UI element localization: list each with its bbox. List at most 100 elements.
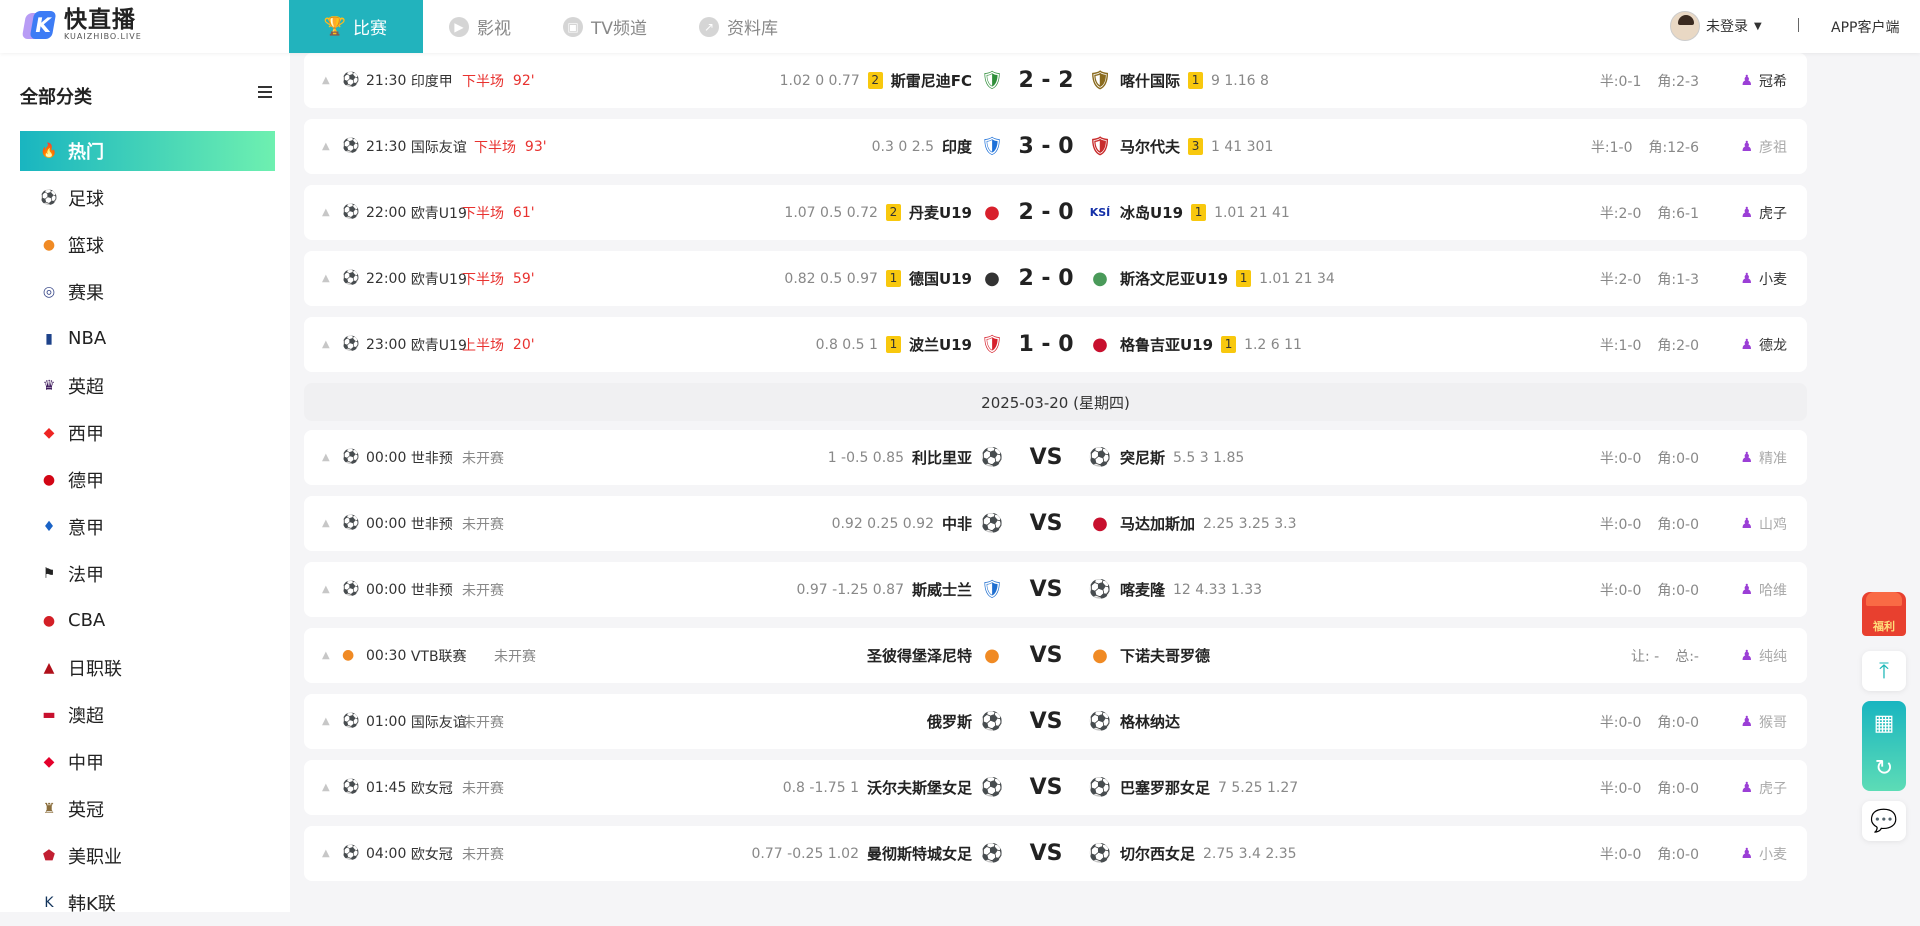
match-row[interactable]: ▲ ⚽ 22:00 欧青U19 下半场 61' 1.07 0.5 0.72 2 丹麦U… xyxy=(304,185,1807,240)
pin-icon[interactable]: ▲ xyxy=(322,430,330,485)
anchor-link[interactable]: ♟ 精准 xyxy=(1740,430,1787,485)
pin-icon[interactable]: ▲ xyxy=(322,760,330,815)
home-team-name[interactable]: 圣彼得堡泽尼特 xyxy=(867,645,972,666)
away-team-name[interactable]: 格林纳达 xyxy=(1120,711,1180,732)
pin-icon[interactable]: ▲ xyxy=(322,694,330,749)
match-row[interactable]: ▲ ● 00:30 VTB联赛 未开赛 圣彼得堡泽尼特 ● VS ● 下诺夫哥罗德 让… xyxy=(304,628,1807,683)
home-team-name[interactable]: 斯雷尼迪FC xyxy=(891,70,972,91)
refresh-icon[interactable]: ↻ xyxy=(1862,746,1906,791)
pin-icon[interactable]: ▲ xyxy=(322,496,330,551)
home-team-name[interactable]: 斯威士兰 xyxy=(912,579,972,600)
sidebar-item-ligue1[interactable]: ⚑ 法甲 xyxy=(20,550,275,597)
menu-icon[interactable] xyxy=(258,86,272,98)
anchor-link[interactable]: ♟ 虎子 xyxy=(1740,185,1787,240)
nav-label: TV频道 xyxy=(591,19,648,39)
tab-chart[interactable]: ↗ 资料库 xyxy=(673,0,804,53)
tab-tv[interactable]: ▣ TV频道 xyxy=(537,0,673,53)
match-row[interactable]: ▲ ⚽ 04:00 欧女冠 未开赛 0.77 -0.25 1.02 曼彻斯特城女足 ⚽… xyxy=(304,826,1807,881)
sidebar-item-a-league[interactable]: ▬ 澳超 xyxy=(20,691,275,738)
back-to-top-button[interactable]: ⤒ xyxy=(1862,651,1906,691)
half-corner-stats: 让: - 总:- xyxy=(1631,628,1699,683)
home-team-name[interactable]: 曼彻斯特城女足 xyxy=(867,843,972,864)
home-team-name[interactable]: 俄罗斯 xyxy=(927,711,972,732)
away-team-name[interactable]: 格鲁吉亚U19 xyxy=(1120,334,1213,355)
anchor-link[interactable]: ♟ 小麦 xyxy=(1740,826,1787,881)
streamer-icon: ♟ xyxy=(1740,779,1753,796)
pin-icon[interactable]: ▲ xyxy=(322,562,330,617)
sidebar-item-flame[interactable]: 🔥 热门 xyxy=(20,131,275,171)
sidebar-item-results[interactable]: ◎ 赛果 xyxy=(20,268,275,315)
app-download-link[interactable]: APP客户端 xyxy=(1831,17,1899,37)
login-status[interactable]: 未登录 xyxy=(1706,16,1748,36)
home-team-name[interactable]: 丹麦U19 xyxy=(909,202,972,223)
anchor-link[interactable]: ♟ 小麦 xyxy=(1740,251,1787,306)
sidebar-item-china-league[interactable]: ◆ 中甲 xyxy=(20,738,275,785)
chat-button[interactable]: 💬 xyxy=(1862,801,1906,841)
user-menu[interactable]: 未登录 ▼ xyxy=(1670,11,1762,41)
tab-trophy[interactable]: 🏆 比赛 xyxy=(289,0,423,53)
sidebar-item-j-league[interactable]: ▲ 日职联 xyxy=(20,644,275,691)
home-team-name[interactable]: 印度 xyxy=(942,136,972,157)
sidebar-item-soccer-ball[interactable]: ⚽ 足球 xyxy=(20,174,275,221)
anchor-link[interactable]: ♟ 冠希 xyxy=(1740,53,1787,108)
away-team-name[interactable]: 冰岛U19 xyxy=(1120,202,1183,223)
pin-icon[interactable]: ▲ xyxy=(322,826,330,881)
anchor-link[interactable]: ♟ 虎子 xyxy=(1740,760,1787,815)
away-team-name[interactable]: 斯洛文尼亚U19 xyxy=(1120,268,1228,289)
away-team-name[interactable]: 喀什国际 xyxy=(1120,70,1180,91)
anchor-link[interactable]: ♟ 彦祖 xyxy=(1740,119,1787,174)
sidebar-item-premier-league[interactable]: ♛ 英超 xyxy=(20,362,275,409)
match-row[interactable]: ▲ ⚽ 01:45 欧女冠 未开赛 0.8 -1.75 1 沃尔夫斯堡女足 ⚽ VS … xyxy=(304,760,1807,815)
qr-code-icon[interactable]: ▦ xyxy=(1862,701,1906,746)
cba-icon: ● xyxy=(42,612,56,629)
gift-button[interactable]: 福利 xyxy=(1862,592,1906,636)
anchor-link[interactable]: ♟ 哈维 xyxy=(1740,562,1787,617)
match-row[interactable]: ▲ ⚽ 00:00 世非预 未开赛 1 -0.5 0.85 利比里亚 ⚽ VS ⚽ 突… xyxy=(304,430,1807,485)
sidebar-item-laliga[interactable]: ◆ 西甲 xyxy=(20,409,275,456)
chevron-down-icon[interactable]: ▼ xyxy=(1754,21,1762,32)
sidebar-item-cba[interactable]: ● CBA xyxy=(20,597,275,644)
home-team-name[interactable]: 德国U19 xyxy=(909,268,972,289)
sidebar-item-championship[interactable]: ♜ 英冠 xyxy=(20,785,275,832)
tab-play[interactable]: ▶ 影视 xyxy=(423,0,537,53)
away-team-name[interactable]: 切尔西女足 xyxy=(1120,843,1195,864)
away-team-name[interactable]: 马达加斯加 xyxy=(1120,513,1195,534)
anchor-link[interactable]: ♟ 猴哥 xyxy=(1740,694,1787,749)
sidebar-item-basketball[interactable]: ● 篮球 xyxy=(20,221,275,268)
pin-icon[interactable]: ▲ xyxy=(322,628,330,683)
home-team-name[interactable]: 利比里亚 xyxy=(912,447,972,468)
match-row[interactable]: ▲ ⚽ 01:00 国际友谊 未开赛 俄罗斯 ⚽ VS ⚽ 格林纳达 半:0-0 角:0… xyxy=(304,694,1807,749)
away-team-name[interactable]: 喀麦隆 xyxy=(1120,579,1165,600)
match-row[interactable]: ▲ ⚽ 21:30 印度甲 下半场 92' 1.02 0 0.77 2 斯雷尼迪FC … xyxy=(304,53,1807,108)
away-team-name[interactable]: 马尔代夫 xyxy=(1120,136,1180,157)
pin-icon[interactable]: ▲ xyxy=(322,317,330,372)
anchor-link[interactable]: ♟ 德龙 xyxy=(1740,317,1787,372)
trophy-icon: 🏆 xyxy=(323,16,347,37)
pin-icon[interactable]: ▲ xyxy=(322,185,330,240)
away-team-name[interactable]: 巴塞罗那女足 xyxy=(1120,777,1210,798)
match-time: 21:30 印度甲 xyxy=(366,72,453,90)
match-row[interactable]: ▲ ⚽ 00:00 世非预 未开赛 0.92 0.25 0.92 中非 ⚽ VS ● … xyxy=(304,496,1807,551)
sidebar-item-bundesliga[interactable]: ● 德甲 xyxy=(20,456,275,503)
sidebar-item-k-league[interactable]: K 韩K联 xyxy=(20,879,275,926)
avatar[interactable] xyxy=(1670,11,1700,41)
match-row[interactable]: ▲ ⚽ 21:30 国际友谊 下半场 93' 0.3 0 2.5 印度 🛡 3 - 0… xyxy=(304,119,1807,174)
sidebar-item-nba-logo[interactable]: ▮ NBA xyxy=(20,315,275,362)
home-team-name[interactable]: 沃尔夫斯堡女足 xyxy=(867,777,972,798)
pin-icon[interactable]: ▲ xyxy=(322,53,330,108)
match-row[interactable]: ▲ ⚽ 23:00 欧青U19 上半场 20' 0.8 0.5 1 1 波兰U19 🛡… xyxy=(304,317,1807,372)
site-logo[interactable]: K 快直播 KUAIZHIBO.LIVE xyxy=(21,8,142,42)
anchor-link[interactable]: ♟ 山鸡 xyxy=(1740,496,1787,551)
home-team-name[interactable]: 中非 xyxy=(942,513,972,534)
league-name: 欧青U19 xyxy=(410,205,467,222)
sidebar-item-mls[interactable]: ⬟ 美职业 xyxy=(20,832,275,879)
away-team-name[interactable]: 下诺夫哥罗德 xyxy=(1120,645,1210,666)
home-team-name[interactable]: 波兰U19 xyxy=(909,334,972,355)
pin-icon[interactable]: ▲ xyxy=(322,119,330,174)
pin-icon[interactable]: ▲ xyxy=(322,251,330,306)
anchor-link[interactable]: ♟ 纯纯 xyxy=(1740,628,1787,683)
away-team-name[interactable]: 突尼斯 xyxy=(1120,447,1165,468)
sidebar-item-serie-a[interactable]: ♦ 意甲 xyxy=(20,503,275,550)
match-row[interactable]: ▲ ⚽ 00:00 世非预 未开赛 0.97 -1.25 0.87 斯威士兰 🛡 VS… xyxy=(304,562,1807,617)
match-row[interactable]: ▲ ⚽ 22:00 欧青U19 下半场 59' 0.82 0.5 0.97 1 德国U… xyxy=(304,251,1807,306)
